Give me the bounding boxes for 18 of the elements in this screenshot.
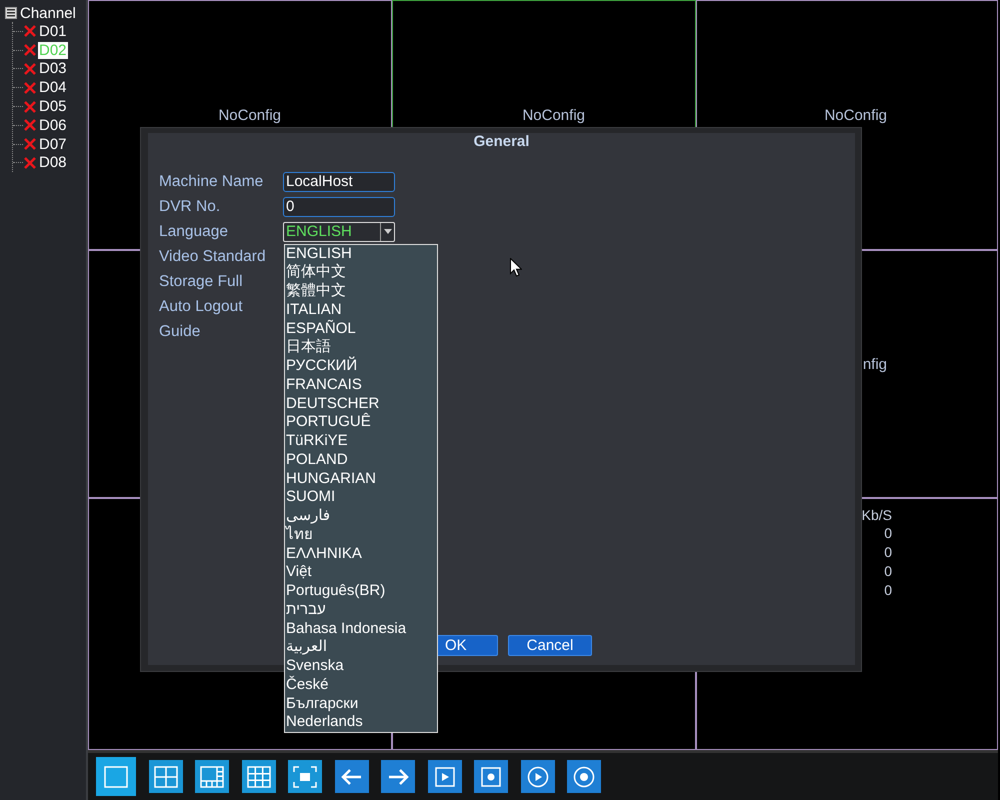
tile-status: NoConfig [218,106,281,124]
bitrate-header: Kb/S [862,507,892,524]
field-label: Video Standard [159,248,267,266]
field-label: Storage Full [159,272,244,290]
bitrate-value: 0 [884,562,892,581]
tile-status: NoConfig [522,106,585,124]
bitrate-value: 0 [884,524,892,543]
field-label: DVR No. [159,198,222,216]
tile-status: NoConfig [824,106,887,124]
bitrate-value: 0 [884,543,892,562]
field-label: Guide [159,322,202,340]
bitrate-value: 0 [884,581,892,600]
field-label: Language [159,222,229,240]
field-label: Machine Name [159,172,264,190]
dialog-title: General [472,133,530,150]
channel-heading: Channel [20,4,76,22]
tile-status: nfig [862,356,887,372]
field-label: Auto Logout [159,298,244,316]
